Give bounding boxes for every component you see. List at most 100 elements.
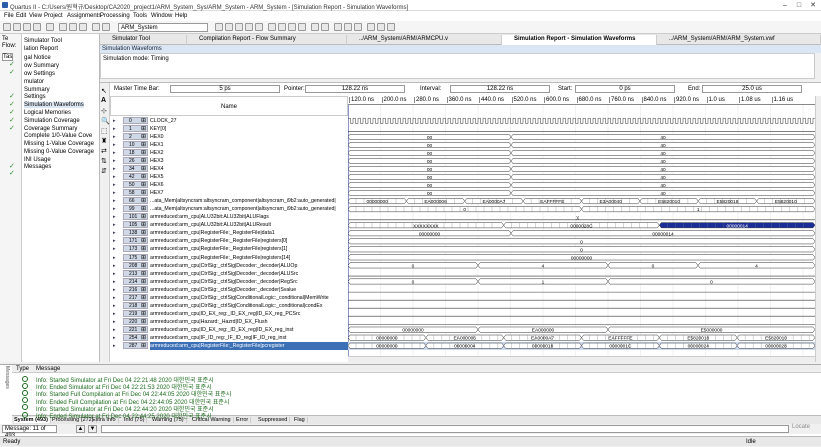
- expand-icon[interactable]: ⊞: [141, 117, 146, 124]
- expand-icon[interactable]: ⊞: [141, 334, 146, 341]
- side-label-tasks[interactable]: Tas: [2, 53, 14, 61]
- signaltap-icon[interactable]: [354, 23, 362, 31]
- timing-icon[interactable]: [298, 23, 306, 31]
- tab-armcpu[interactable]: ../ARM_System/ARM/ARMCPU.v: [347, 35, 502, 45]
- tab-simulation-waveforms[interactable]: Simulation Report - Simulation Waveforms: [502, 35, 657, 45]
- group-icon[interactable]: ⇵: [101, 167, 107, 175]
- project-selector[interactable]: ARM_System: [118, 23, 208, 32]
- cursor-tool-icon[interactable]: ⊹: [101, 107, 107, 115]
- vertical-scrollbar[interactable]: [815, 96, 821, 362]
- expand-icon[interactable]: ⊞: [141, 221, 146, 228]
- find-icon[interactable]: ♜: [101, 137, 107, 145]
- paste-icon[interactable]: [79, 23, 87, 31]
- message-tab[interactable]: Error: [236, 417, 252, 423]
- prev-message-icon[interactable]: ▲: [76, 425, 85, 433]
- expand-icon[interactable]: ⊞: [141, 310, 146, 317]
- settings-icon[interactable]: [215, 23, 223, 31]
- zoom-tool-icon[interactable]: 🔍: [101, 117, 110, 125]
- expand-icon[interactable]: ⊞: [141, 165, 146, 172]
- left-tab-simulator-tool[interactable]: Simulator Tool: [24, 38, 62, 44]
- expand-icon[interactable]: ⊞: [141, 197, 146, 204]
- report-tree-item[interactable]: Logical Memories: [24, 110, 71, 116]
- expand-icon[interactable]: ⊞: [141, 326, 146, 333]
- info-icon[interactable]: [387, 23, 395, 31]
- undo-icon[interactable]: [92, 23, 100, 31]
- pin-planner-icon[interactable]: [225, 23, 233, 31]
- expand-icon[interactable]: ⊞: [141, 189, 146, 196]
- expand-icon[interactable]: ⊞: [141, 342, 146, 349]
- save-all-icon[interactable]: [33, 23, 41, 31]
- expand-icon[interactable]: ⊞: [141, 302, 146, 309]
- report-tree-item[interactable]: mulator: [24, 79, 44, 85]
- expand-icon[interactable]: ⊞: [141, 262, 146, 269]
- print-icon[interactable]: [46, 23, 54, 31]
- report-tree-item[interactable]: ow Summary: [24, 63, 59, 69]
- assignment-editor-icon[interactable]: [255, 23, 263, 31]
- expand-icon[interactable]: ⊞: [141, 157, 146, 164]
- expand-icon[interactable]: ⊞: [141, 237, 146, 244]
- minimize-icon[interactable]: –: [778, 0, 792, 11]
- message-tab[interactable]: Suppressed: [258, 417, 291, 423]
- menu-help[interactable]: Help: [175, 13, 187, 19]
- open-icon[interactable]: [13, 23, 21, 31]
- expand-icon[interactable]: ⊞: [141, 213, 146, 220]
- report-tree-item[interactable]: lation Report: [24, 46, 58, 52]
- save-icon[interactable]: [23, 23, 31, 31]
- next-message-icon[interactable]: ▼: [88, 425, 97, 433]
- expand-icon[interactable]: ⊞: [141, 173, 146, 180]
- expand-icon[interactable]: ⊞: [141, 318, 146, 325]
- expand-icon[interactable]: ⊞: [141, 254, 146, 261]
- report-tree-item[interactable]: ow Settings: [24, 71, 55, 77]
- expand-icon[interactable]: ⊞: [141, 149, 146, 156]
- menu-view[interactable]: View: [29, 13, 42, 19]
- chip-editor-icon[interactable]: [344, 23, 352, 31]
- sort-icon[interactable]: ⇅: [101, 157, 107, 165]
- expand-icon[interactable]: ⊞: [141, 181, 146, 188]
- locate-button[interactable]: Locate: [792, 424, 810, 430]
- expand-icon[interactable]: ⊞: [141, 133, 146, 140]
- horizontal-scrollbar[interactable]: [348, 356, 815, 362]
- menu-tools[interactable]: Tools: [133, 13, 147, 19]
- expand-icon[interactable]: ⊞: [141, 125, 146, 132]
- analysis-icon[interactable]: [288, 23, 296, 31]
- expand-icon[interactable]: ⊞: [141, 278, 146, 285]
- chip-planner-icon[interactable]: [235, 23, 243, 31]
- redo-icon[interactable]: [102, 23, 110, 31]
- message-line[interactable]: Info: Ended Simulator at Fri Dec 04 22:4…: [36, 411, 212, 420]
- tab-compilation-report[interactable]: Compilation Report - Flow Summary: [187, 35, 347, 45]
- compile-icon[interactable]: [278, 23, 286, 31]
- report-tree-item[interactable]: gal Notice: [24, 55, 51, 61]
- menu-edit[interactable]: Edit: [16, 13, 26, 19]
- report-tree-item[interactable]: Simulation Coverage: [24, 118, 80, 124]
- new-icon[interactable]: [3, 23, 11, 31]
- report-tree-item[interactable]: Messages: [24, 164, 51, 170]
- expand-icon[interactable]: ⊞: [141, 245, 146, 252]
- message-tab[interactable]: Flag: [294, 417, 308, 423]
- report-tree-item[interactable]: Missing 1-Value Coverage: [24, 141, 94, 147]
- tab-arm-system-vwf[interactable]: ../ARM_System/ARM/ARM_System.vwf: [657, 35, 821, 45]
- waveform-plot[interactable]: 00 4000 4000 4000 4000 4000 4000 4000 4000000000…: [348, 105, 815, 357]
- design-partition-icon[interactable]: [245, 23, 253, 31]
- expand-icon[interactable]: ⊞: [141, 286, 146, 293]
- message-search-input[interactable]: [101, 425, 789, 433]
- simulate-icon[interactable]: [311, 23, 319, 31]
- programmer-icon[interactable]: [334, 23, 342, 31]
- report-tree-item[interactable]: Missing 0-Value Coverage: [24, 149, 94, 155]
- menu-processing[interactable]: Processing: [100, 13, 130, 19]
- report-tree-item[interactable]: Settings: [24, 94, 46, 100]
- expand-icon[interactable]: ⊞: [141, 205, 146, 212]
- replace-icon[interactable]: ⇄: [101, 147, 107, 155]
- copy-icon[interactable]: [69, 23, 77, 31]
- menu-file[interactable]: File: [4, 13, 14, 19]
- expand-icon[interactable]: ⊞: [141, 294, 146, 301]
- expand-icon[interactable]: ⊞: [141, 270, 146, 277]
- report-tree-item[interactable]: Coverage Summary: [24, 126, 77, 132]
- cut-icon[interactable]: [59, 23, 67, 31]
- pointer-tool-icon[interactable]: ↖: [101, 87, 107, 95]
- megawizard-icon[interactable]: [367, 23, 375, 31]
- close-icon[interactable]: ✕: [806, 0, 820, 11]
- menu-window[interactable]: Window: [151, 13, 172, 19]
- tab-simulator-tool[interactable]: Simulator Tool: [100, 35, 187, 45]
- rtl-viewer-icon[interactable]: [321, 23, 329, 31]
- report-tree-item[interactable]: Simulation Waveforms: [24, 102, 84, 108]
